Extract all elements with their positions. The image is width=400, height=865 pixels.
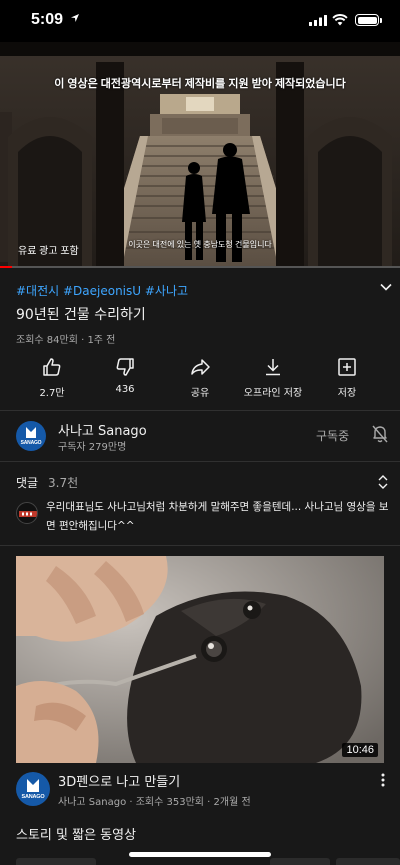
- dislike-count: 436: [115, 384, 135, 395]
- next-video-title[interactable]: 3D펜으로 나고 만들기: [58, 771, 180, 790]
- video-meta: 조회수 84만회 · 1주 전: [16, 335, 116, 346]
- shorts-section-title: 스토리 및 짧은 동영상: [16, 828, 137, 843]
- dislike-button[interactable]: 436: [85, 357, 165, 395]
- channel-logo-text: SANAGO: [20, 440, 42, 446]
- shorts-card[interactable]: [270, 858, 330, 865]
- paid-promotion-tag[interactable]: 유료 광고 포함: [18, 242, 79, 257]
- divider: [0, 461, 400, 462]
- video-player[interactable]: 이 영상은 대전광역시로부터 제작비를 지원 받아 제작되었습니다 이곳은 대전…: [0, 42, 400, 267]
- next-video-meta: 사나고 Sanago · 조회수 353만회 · 2개월 전: [58, 797, 251, 808]
- save-label: 저장: [337, 388, 357, 399]
- download-button[interactable]: 오프라인 저장: [233, 357, 313, 399]
- wifi-icon: [332, 14, 348, 26]
- share-label: 공유: [190, 388, 210, 399]
- video-hashtags[interactable]: #대전시 #DaejeonisU #사나고: [16, 282, 188, 299]
- channel-name[interactable]: 사나고 Sanago: [58, 420, 147, 439]
- download-icon: [266, 359, 280, 376]
- divider: [0, 410, 400, 411]
- notification-bell-off-icon[interactable]: [371, 424, 389, 444]
- chevron-down-icon[interactable]: [380, 283, 392, 291]
- commenter-avatar: [16, 502, 38, 524]
- status-time: 5:09: [31, 11, 64, 28]
- share-button[interactable]: 공유: [160, 357, 240, 399]
- comments-count: 3.7천: [48, 476, 79, 490]
- video-progress-fill: [0, 266, 12, 268]
- cellular-signal-icon: [309, 15, 327, 26]
- sanago-logo-icon: [27, 779, 39, 792]
- divider: [0, 545, 400, 546]
- share-icon: [191, 359, 210, 375]
- video-title[interactable]: 90년된 건물 수리하기: [16, 304, 146, 324]
- battery-icon: [355, 14, 379, 26]
- home-indicator[interactable]: [129, 852, 271, 857]
- subscribed-button[interactable]: 구독중: [316, 427, 349, 444]
- sanago-logo-icon: [26, 427, 36, 438]
- thumbs-up-icon: [43, 358, 61, 376]
- top-comment-text: 우리대표님도 사나고님처럼 차분하게 말해주면 좋을텐데... 사나고님 영상을…: [46, 501, 389, 532]
- thumbnail-image: [16, 556, 384, 763]
- comments-label: 댓글: [16, 476, 39, 490]
- next-video-thumbnail[interactable]: 10:46: [16, 556, 384, 763]
- channel-avatar[interactable]: SANAGO: [16, 421, 46, 451]
- location-arrow-icon: [71, 14, 79, 22]
- next-video-channel-avatar[interactable]: SANAGO: [16, 772, 50, 806]
- more-options-icon[interactable]: [380, 772, 386, 788]
- status-bar: 5:09: [0, 0, 400, 42]
- expand-collapse-icon[interactable]: [378, 475, 388, 489]
- video-subtitle: 이 영상은 대전광역시로부터 제작비를 지원 받아 제작되었습니다: [54, 78, 346, 90]
- like-button[interactable]: 2.7만: [12, 357, 92, 399]
- subscriber-count: 구독자 279만명: [58, 442, 127, 453]
- like-count: 2.7만: [39, 388, 65, 399]
- video-progress-bar[interactable]: [0, 266, 400, 268]
- commenter-logo-icon: [19, 511, 37, 517]
- download-label: 오프라인 저장: [243, 388, 303, 399]
- add-to-playlist-icon: [338, 358, 356, 376]
- save-button[interactable]: 저장: [307, 357, 387, 399]
- video-duration: 10:46: [342, 743, 378, 757]
- shorts-card[interactable]: [16, 858, 96, 865]
- shorts-card[interactable]: [336, 858, 400, 865]
- channel-logo-text: SANAGO: [21, 794, 45, 800]
- thumbs-down-icon: [116, 358, 134, 376]
